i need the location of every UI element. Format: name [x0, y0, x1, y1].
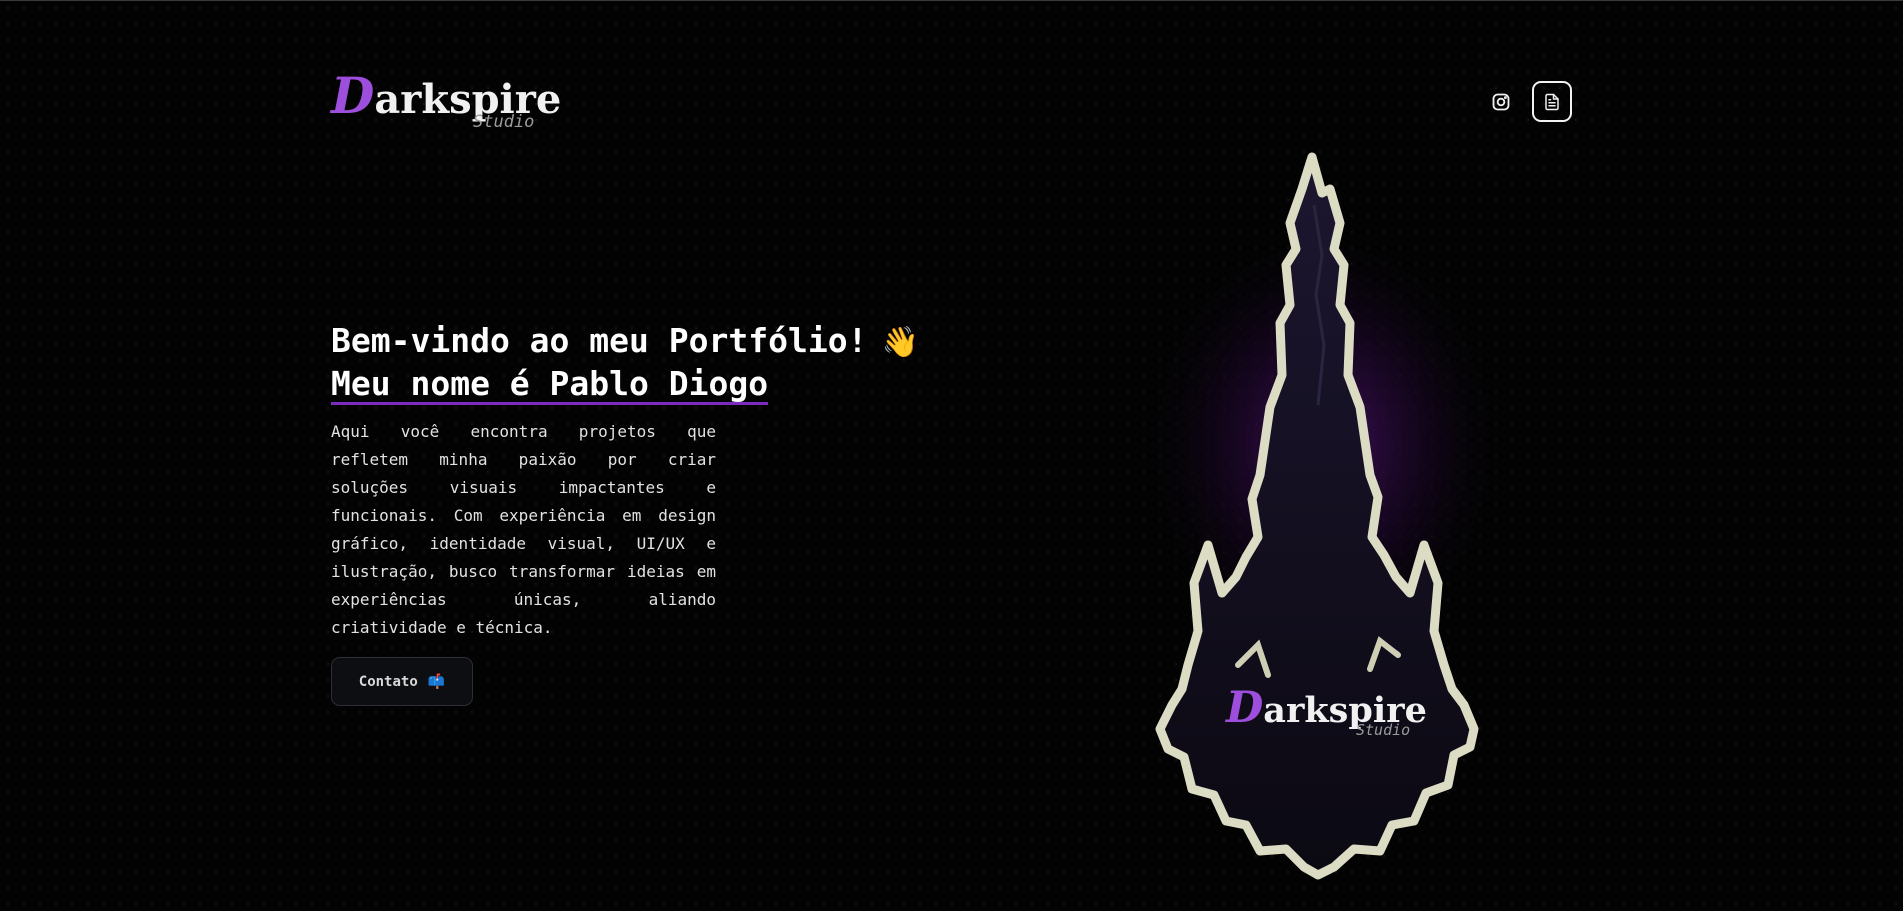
instagram-icon [1492, 93, 1510, 111]
mailbox-icon: 📫 [427, 673, 446, 690]
hero-name-line: Meu nome é Pablo Diogo [331, 364, 769, 405]
artwork-logo-initial: D [1226, 683, 1264, 733]
instagram-button[interactable] [1487, 88, 1515, 116]
hero-heading: Bem-vindo ao meu Portfólio! 👋 Meu nome é … [331, 320, 919, 405]
resume-button[interactable] [1532, 81, 1572, 122]
top-border [0, 0, 1903, 1]
contact-button[interactable]: Contato 📫 [331, 657, 473, 706]
logo-subtitle: Studio [473, 112, 535, 132]
logo-initial: D [331, 66, 375, 125]
document-icon [1545, 93, 1559, 110]
artwork-logo: Darkspire Studio [1226, 687, 1446, 747]
hero-heading-line1: Bem-vindo ao meu Portfólio! 👋 [331, 320, 919, 363]
hero-description: Aqui você encontra projetos que refletem… [331, 422, 716, 637]
spire-illustration [1133, 152, 1513, 880]
welcome-text: Bem-vindo ao meu Portfólio! [331, 321, 868, 360]
waving-hand-icon: 👋 [881, 325, 919, 360]
artwork-logo-subtitle: Studio [1356, 721, 1411, 739]
contact-button-label: Contato [358, 673, 418, 690]
spire-artwork: Darkspire Studio [1108, 145, 1538, 885]
brand-logo[interactable]: Darkspire Studio [331, 71, 561, 134]
